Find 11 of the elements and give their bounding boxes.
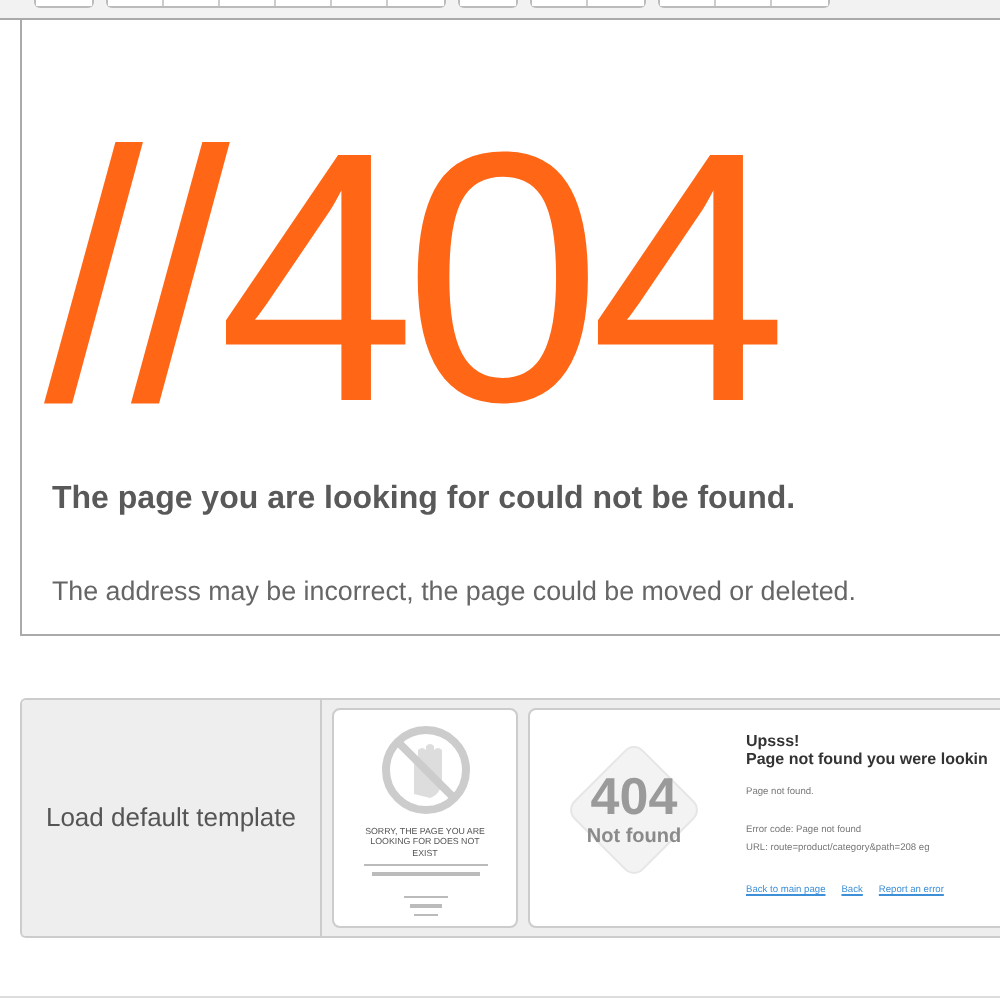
no-hand-icon — [377, 722, 473, 818]
error-heading: The page you are looking for could not be found. — [52, 480, 798, 520]
error-code-heading: //404 — [44, 100, 779, 456]
thumbnail-title: Upsss! Page not found you were lookin — [746, 730, 988, 770]
toolbar-button[interactable] — [460, 0, 516, 6]
toolbar-button[interactable] — [532, 0, 588, 6]
load-default-template-button[interactable]: Load default template — [22, 700, 322, 936]
toolbar-button[interactable] — [36, 0, 92, 6]
error-message: The address may be incorrect, the page could be moved or deleted. — [52, 574, 858, 610]
toolbar-button[interactable] — [108, 0, 164, 6]
toolbar-button[interactable] — [660, 0, 716, 6]
